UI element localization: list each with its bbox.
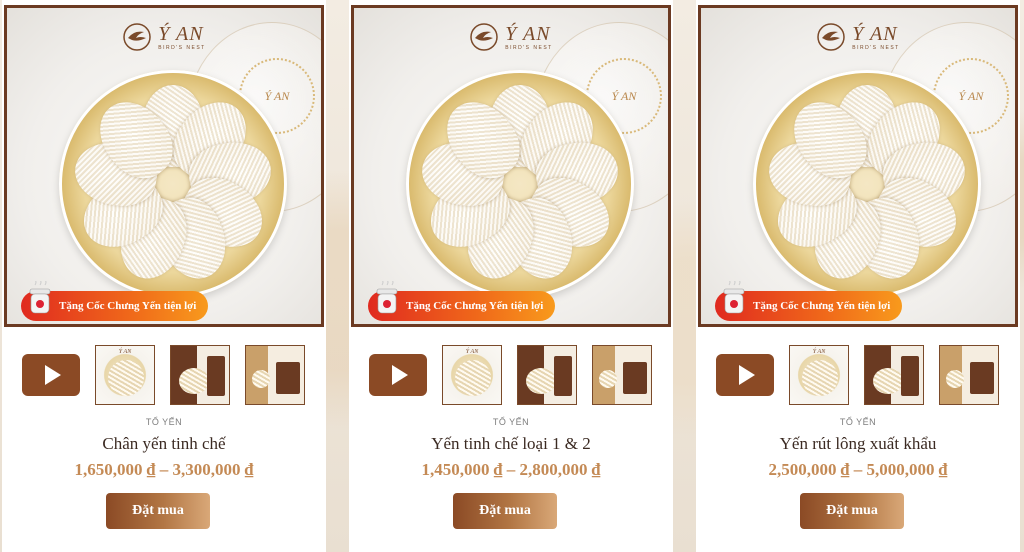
play-icon — [739, 365, 755, 385]
thumbnail-nest — [873, 368, 903, 394]
bird-logo-icon — [470, 23, 499, 51]
product-price: 2,500,000 ₫ – 5,000,000 ₫ — [768, 460, 948, 479]
buy-button[interactable]: Đặt mua — [800, 493, 904, 529]
brand-logo: Ý AN BIRD'S NEST — [354, 22, 668, 52]
brand-logo: Ý AN BIRD'S NEST — [7, 22, 321, 52]
thumbnail-nest-dish[interactable]: Ý AN — [442, 345, 502, 405]
thumbnail-gift-set[interactable] — [245, 345, 305, 405]
product-card: Ý AN Ý AN BIRD'S NEST Tặng Cốc Chưng Yến ti… — [2, 0, 326, 552]
play-video-button[interactable] — [716, 354, 774, 396]
thumbnail-box — [623, 362, 647, 394]
brand-name: Ý AN — [852, 22, 898, 45]
thumbnail-gift-box[interactable] — [517, 345, 577, 405]
product-card: Ý AN Ý AN BIRD'S NEST Tặng Cốc Chưng Yến ti… — [349, 0, 673, 552]
nest-dish — [406, 70, 634, 298]
bird-logo-icon — [123, 23, 152, 51]
thumbnail-gift-box[interactable] — [170, 345, 230, 405]
product-image[interactable]: Ý AN Ý AN BIRD'S NEST Tặng Cốc Chưng Yến ti… — [698, 5, 1018, 327]
promo-badge-text: Tặng Cốc Chưng Yến tiện lợi — [59, 300, 197, 312]
play-icon — [45, 365, 61, 385]
thumbnail-nest — [526, 368, 556, 394]
thumbnail-logo: Ý AN — [118, 349, 132, 355]
thumbnail-box — [901, 356, 919, 396]
product-image[interactable]: Ý AN Ý AN BIRD'S NEST Tặng Cốc Chưng Yến ti… — [351, 5, 671, 327]
product-price: 1,650,000 ₫ – 3,300,000 ₫ — [74, 460, 254, 479]
product-category[interactable]: TỔ YẾN — [2, 417, 326, 427]
brand-tagline: BIRD'S NEST — [505, 44, 553, 51]
brand-tagline: BIRD'S NEST — [852, 44, 900, 51]
seal-text: Ý AN — [611, 88, 637, 103]
brand-name: Ý AN — [158, 22, 204, 45]
thumbnail-strip: Ý AN — [369, 345, 652, 405]
thumbnail-nest — [455, 360, 491, 396]
promo-badge: Tặng Cốc Chưng Yến tiện lợi — [715, 281, 903, 321]
thumbnail-logo: Ý AN — [465, 349, 479, 355]
seal-text: Ý AN — [958, 88, 984, 103]
promo-badge-text: Tặng Cốc Chưng Yến tiện lợi — [406, 300, 544, 312]
thumbnail-gift-box[interactable] — [864, 345, 924, 405]
thumbnail-box — [970, 362, 994, 394]
thumbnail-strip: Ý AN — [22, 345, 305, 405]
brand-logo: Ý AN BIRD'S NEST — [701, 22, 1015, 52]
thumbnail-logo: Ý AN — [812, 349, 826, 355]
thumbnail-nest — [946, 370, 964, 388]
thumbnail-nest — [802, 360, 838, 396]
buy-button[interactable]: Đặt mua — [453, 493, 557, 529]
thumbnail-nest — [599, 370, 617, 388]
thumbnail-gift-set[interactable] — [939, 345, 999, 405]
brand-tagline: BIRD'S NEST — [158, 44, 206, 51]
product-name[interactable]: Yến tinh chế loại 1 & 2 — [349, 434, 673, 454]
steaming-cup-icon — [376, 281, 398, 314]
brand-name: Ý AN — [505, 22, 551, 45]
steaming-cup-icon — [723, 281, 745, 314]
promo-badge: Tặng Cốc Chưng Yến tiện lợi — [21, 281, 209, 321]
thumbnail-nest-dish[interactable]: Ý AN — [789, 345, 849, 405]
product-image[interactable]: Ý AN Ý AN BIRD'S NEST Tặng Cốc Chưng Yến ti… — [4, 5, 324, 327]
seal-text: Ý AN — [264, 88, 290, 103]
thumbnail-nest-dish[interactable]: Ý AN — [95, 345, 155, 405]
thumbnail-box — [276, 362, 300, 394]
thumbnail-box — [554, 356, 572, 396]
product-name[interactable]: Yến rút lông xuất khẩu — [696, 434, 1020, 454]
play-icon — [392, 365, 408, 385]
product-category[interactable]: TỔ YẾN — [696, 417, 1020, 427]
thumbnail-gift-set[interactable] — [592, 345, 652, 405]
buy-button[interactable]: Đặt mua — [106, 493, 210, 529]
product-category[interactable]: TỔ YẾN — [349, 417, 673, 427]
product-card: Ý AN Ý AN BIRD'S NEST Tặng Cốc Chưng Yến ti… — [696, 0, 1020, 552]
nest-dish — [753, 70, 981, 298]
nest-dish — [59, 70, 287, 298]
bird-logo-icon — [817, 23, 846, 51]
thumbnail-box — [207, 356, 225, 396]
thumbnail-nest — [179, 368, 209, 394]
product-price: 1,450,000 ₫ – 2,800,000 ₫ — [421, 460, 601, 479]
thumbnail-nest — [108, 360, 144, 396]
play-video-button[interactable] — [369, 354, 427, 396]
product-name[interactable]: Chân yến tinh chế — [2, 434, 326, 454]
play-video-button[interactable] — [22, 354, 80, 396]
thumbnail-nest — [252, 370, 270, 388]
thumbnail-strip: Ý AN — [716, 345, 999, 405]
promo-badge-text: Tặng Cốc Chưng Yến tiện lợi — [753, 300, 891, 312]
promo-badge: Tặng Cốc Chưng Yến tiện lợi — [368, 281, 556, 321]
steaming-cup-icon — [29, 281, 51, 314]
